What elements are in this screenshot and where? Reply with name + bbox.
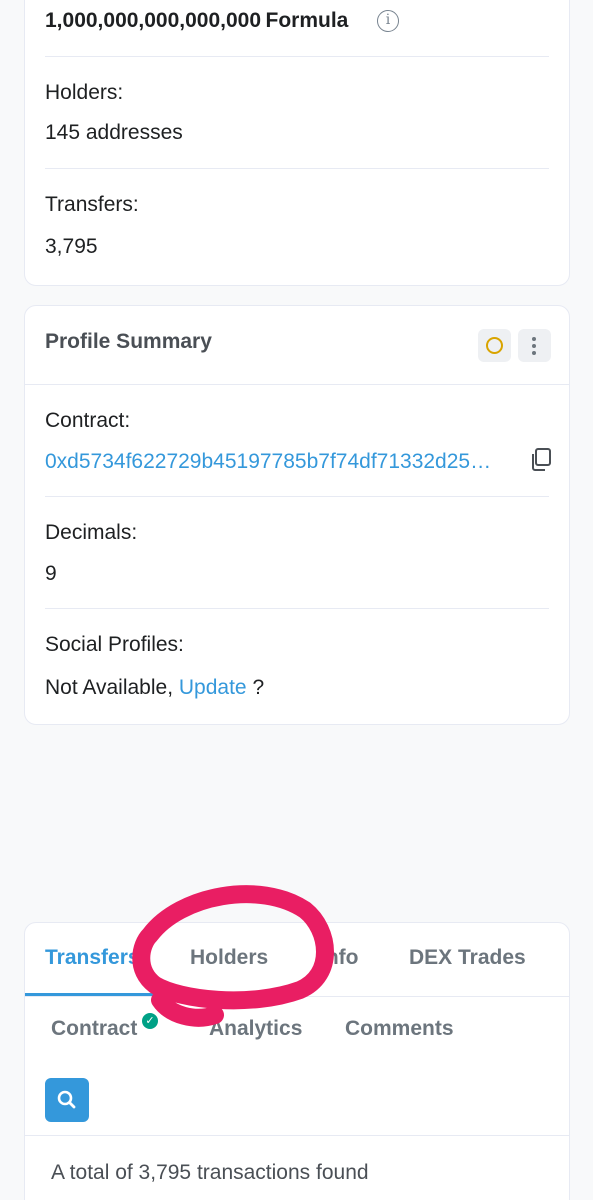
divider [25, 1135, 569, 1136]
decimals-label: Decimals: [45, 521, 138, 544]
social-profiles-value: Not Available, [45, 676, 174, 699]
search-button[interactable] [45, 1078, 89, 1122]
tab-comments[interactable]: Comments [345, 1017, 454, 1041]
kebab-icon [532, 337, 537, 358]
transfers-label: Transfers: [45, 193, 139, 216]
tab-transfers[interactable]: Transfers [45, 946, 140, 970]
divider [25, 996, 569, 997]
token-tabs-card: Transfers Holders Info DEX Trades Contra… [24, 922, 570, 1200]
social-profiles-row: Not Available, Update ? [45, 676, 549, 700]
verified-check-icon: ✓ [142, 1013, 158, 1029]
status-button[interactable] [478, 329, 511, 362]
social-profiles-label: Social Profiles: [45, 633, 184, 656]
profile-summary-card: Profile Summary Contract: 0xd5734f622729… [24, 305, 570, 725]
max-supply-row: 1,000,000,000,000,000 Formula [45, 9, 549, 33]
decimals-value: 9 [45, 562, 57, 585]
more-options-button[interactable] [518, 329, 551, 362]
contract-address-link[interactable]: 0xd5734f622729b45197785b7f74df71332d25… [45, 450, 519, 474]
max-supply-value: 1,000,000,000,000,000 [45, 9, 262, 32]
divider [45, 496, 549, 497]
total-transactions-text: A total of 3,795 transactions found [51, 1161, 369, 1184]
divider [45, 608, 549, 609]
info-icon[interactable]: i [377, 10, 399, 32]
tab-info[interactable]: Info [320, 946, 358, 970]
holders-label: Holders: [45, 81, 124, 104]
holders-value: 145 addresses [45, 121, 183, 144]
profile-summary-title: Profile Summary [45, 330, 212, 353]
tab-holders[interactable]: Holders [190, 946, 268, 970]
tab-contract[interactable]: Contract [51, 1017, 137, 1041]
token-overview-card: 1,000,000,000,000,000 Formula i Holders:… [24, 0, 570, 286]
social-suffix: ? [252, 676, 265, 699]
copy-icon[interactable] [530, 448, 552, 472]
max-supply-unit: Formula [265, 9, 349, 32]
update-link[interactable]: Update [179, 676, 247, 699]
divider [45, 168, 549, 169]
divider [25, 384, 569, 385]
contract-label: Contract: [45, 409, 131, 432]
transfers-value: 3,795 [45, 235, 98, 258]
divider [45, 56, 549, 57]
circle-icon [486, 337, 503, 354]
tab-dex-trades[interactable]: DEX Trades [409, 946, 526, 970]
tab-analytics[interactable]: Analytics [209, 1017, 302, 1041]
search-icon [57, 1090, 76, 1109]
